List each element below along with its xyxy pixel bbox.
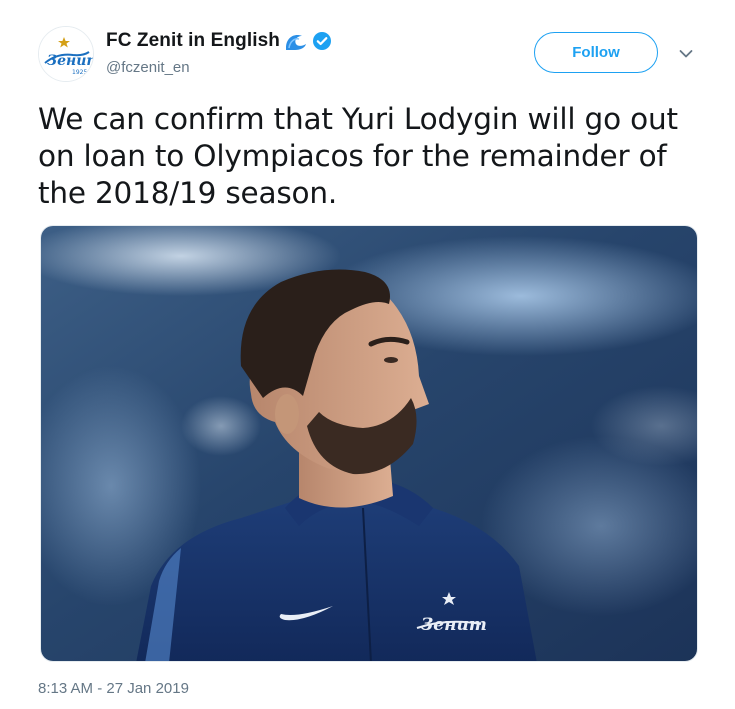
tweet-card: Зенит 1925 FC Zenit in English @fczenit_…: [0, 0, 735, 709]
tweet-photo[interactable]: Зенит: [40, 225, 698, 662]
author-info: FC Zenit in English @fczenit_en: [106, 28, 332, 76]
wave-icon: [282, 31, 309, 51]
user-handle[interactable]: @fczenit_en: [106, 59, 332, 76]
verified-badge-icon: [312, 31, 332, 51]
tweet-text: We can confirm that Yuri Lodygin will go…: [38, 102, 678, 210]
display-name[interactable]: FC Zenit in English: [106, 30, 280, 52]
chevron-down-icon: [679, 50, 693, 58]
avatar[interactable]: Зенит 1925: [38, 26, 94, 82]
tweet-timestamp[interactable]: 8:13 AM - 27 Jan 2019: [38, 680, 189, 697]
avatar-logo-text: Зенит: [47, 53, 94, 69]
jersey-logo-text: Зенит: [421, 615, 487, 635]
player-photo: Зенит: [41, 226, 697, 661]
zenit-logo-icon: Зенит 1925: [39, 27, 94, 81]
avatar-logo-year: 1925: [72, 69, 87, 76]
follow-button[interactable]: Follow: [534, 32, 658, 73]
more-options-button[interactable]: [674, 42, 698, 66]
